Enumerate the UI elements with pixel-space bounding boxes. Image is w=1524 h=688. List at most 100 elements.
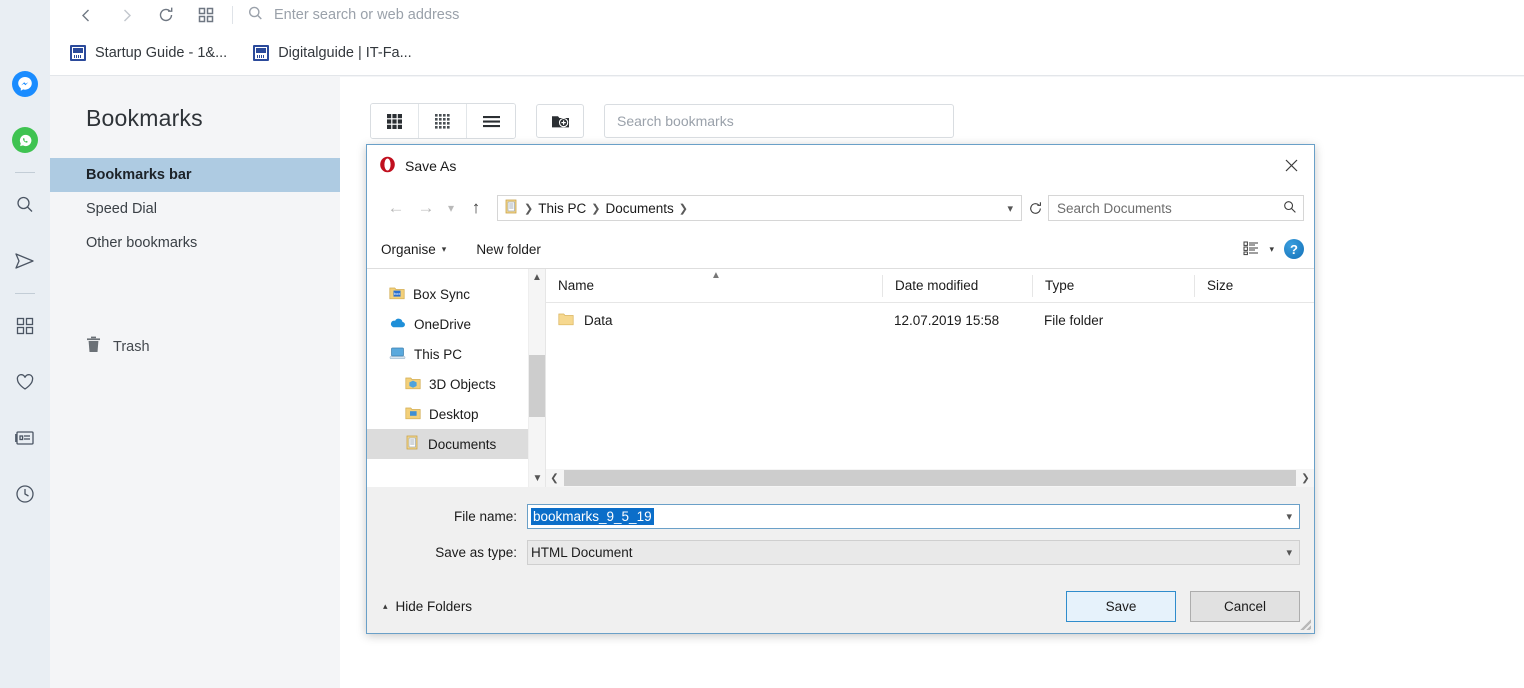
chevron-down-icon[interactable]: ▾ [1007, 202, 1015, 215]
save-as-type-select[interactable]: HTML Document ▾ [527, 539, 1300, 565]
address-bar[interactable]: Enter search or web address [239, 0, 1524, 30]
sidebar-item-label: Other bookmarks [86, 235, 198, 251]
opera-logo-icon [379, 156, 396, 176]
history-clock-icon[interactable] [0, 466, 50, 522]
hide-folders-label: Hide Folders [395, 599, 473, 614]
save-button[interactable]: Save [1066, 591, 1176, 622]
chevron-down-icon[interactable]: ▾ [1269, 244, 1274, 255]
resize-grip[interactable] [1299, 618, 1311, 630]
save-as-type-value: HTML Document [531, 544, 633, 560]
3d-objects-folder-icon [405, 376, 421, 393]
file-name-input[interactable]: bookmarks_9_5_19 ▾ [527, 503, 1300, 529]
file-list-header: Name Date modified Type Size ▲ [546, 269, 1314, 303]
dialog-title: Save As [405, 157, 457, 174]
tree-item-onedrive[interactable]: OneDrive [367, 309, 545, 339]
organise-button[interactable]: Organise ▾ [381, 242, 446, 257]
heart-icon[interactable] [0, 354, 50, 410]
scroll-down-icon[interactable]: ▼ [529, 470, 545, 487]
chevron-down-icon[interactable]: ▾ [1286, 510, 1292, 523]
search-icon[interactable] [0, 177, 50, 233]
folder-icon [558, 312, 574, 329]
scroll-up-icon[interactable]: ▲ [529, 269, 545, 286]
opera-sidebar-rail [0, 0, 50, 688]
tree-item-desktop[interactable]: Desktop [367, 399, 545, 429]
breadcrumb-separator: ❯ [524, 202, 534, 215]
help-icon[interactable]: ? [1284, 239, 1304, 259]
rail-divider [15, 293, 35, 294]
breadcrumb-separator: ❯ [678, 202, 688, 215]
cancel-button-label: Cancel [1223, 599, 1267, 614]
list-icon[interactable] [467, 104, 515, 138]
grid-small-icon[interactable] [419, 104, 467, 138]
send-icon[interactable] [0, 233, 50, 289]
save-as-dialog: Save As ← → ▾ ↑ ❯ This PC ❯ Documents ❯ … [366, 144, 1315, 634]
address-input-placeholder: Enter search or web address [274, 7, 460, 23]
refresh-icon[interactable] [1022, 195, 1048, 221]
table-row[interactable]: Data 12.07.2019 15:58 File folder [546, 303, 1314, 337]
new-folder-button[interactable]: New folder [476, 242, 541, 257]
tree-item-this-pc[interactable]: This PC [367, 339, 545, 369]
tree-scrollbar[interactable]: ▲ ▼ [528, 269, 545, 487]
arrow-right-icon[interactable]: → [411, 193, 441, 223]
cancel-button[interactable]: Cancel [1190, 591, 1300, 622]
bookmarks-toolbar: Search bookmarks [340, 77, 1524, 139]
tree-item-3d-objects[interactable]: 3D Objects [367, 369, 545, 399]
messenger-icon[interactable] [0, 56, 50, 112]
news-icon[interactable] [0, 410, 50, 466]
desktop-folder-icon [405, 406, 421, 423]
scrollbar-thumb[interactable] [564, 470, 1296, 486]
save-as-type-label: Save as type: [435, 544, 517, 560]
tree-item-documents[interactable]: Documents [367, 429, 545, 459]
file-name-label: Data [584, 312, 613, 328]
dialog-browser-body: box Box Sync OneDrive This PC 3D Objects… [367, 269, 1314, 487]
breadcrumb-documents[interactable]: Documents [605, 201, 673, 216]
whatsapp-icon[interactable] [0, 112, 50, 168]
file-list-pane: Name Date modified Type Size ▲ Data 12.0… [545, 269, 1314, 487]
bookmark-label: Digitalguide | IT-Fa... [278, 44, 412, 61]
chevron-up-icon: ▴ [383, 601, 388, 611]
chevron-down-icon[interactable]: ▾ [1286, 546, 1292, 559]
reload-button[interactable] [146, 0, 186, 30]
column-header-size[interactable]: Size [1194, 274, 1314, 297]
column-header-date-modified[interactable]: Date modified [882, 274, 1032, 297]
horizontal-scrollbar[interactable]: ❮ ❯ [546, 469, 1314, 487]
new-folder-label: New folder [476, 241, 541, 257]
speed-dial-button[interactable] [186, 0, 226, 30]
box-sync-folder-icon: box [389, 286, 405, 303]
search-input[interactable]: Search bookmarks [604, 104, 954, 138]
tree-item-box-sync[interactable]: box Box Sync [367, 279, 545, 309]
sort-ascending-icon: ▲ [711, 270, 721, 281]
tree-item-label: OneDrive [414, 316, 472, 332]
view-options-icon[interactable] [1243, 240, 1259, 259]
grid-large-icon[interactable] [371, 104, 419, 138]
search-documents-input[interactable]: Search Documents [1048, 195, 1304, 221]
sidebar-item-bookmarks-bar[interactable]: Bookmarks bar [50, 158, 340, 192]
search-placeholder: Search bookmarks [617, 113, 734, 129]
chevron-down-icon[interactable]: ▾ [441, 193, 461, 223]
back-button[interactable] [66, 0, 106, 30]
arrow-left-icon[interactable]: ← [381, 193, 411, 223]
bookmarks-bar: Startup Guide - 1&... Digitalguide | IT-… [50, 30, 1524, 76]
onedrive-cloud-icon [389, 316, 406, 332]
breadcrumb-this-pc[interactable]: This PC [538, 201, 586, 216]
tree-item-label: Documents [428, 436, 497, 452]
sidebar-item-speed-dial[interactable]: Speed Dial [50, 192, 340, 226]
speed-dial-icon[interactable] [0, 298, 50, 354]
arrow-up-icon[interactable]: ↑ [461, 193, 491, 223]
scroll-left-icon[interactable]: ❮ [546, 473, 563, 484]
column-header-type[interactable]: Type [1032, 274, 1194, 297]
bookmark-item[interactable]: Startup Guide - 1&... [70, 44, 227, 61]
save-as-type-row: Save as type: HTML Document ▾ [381, 537, 1300, 567]
dialog-navigation-bar: ← → ▾ ↑ ❯ This PC ❯ Documents ❯ ▾ Search… [367, 186, 1314, 230]
sidebar-item-trash[interactable]: Trash [50, 336, 340, 357]
breadcrumb[interactable]: ❯ This PC ❯ Documents ❯ ▾ [497, 195, 1022, 221]
new-folder-icon[interactable] [536, 104, 584, 138]
sidebar-item-other-bookmarks[interactable]: Other bookmarks [50, 226, 340, 260]
forward-button[interactable] [106, 0, 146, 30]
close-icon[interactable] [1268, 145, 1314, 186]
bookmark-item[interactable]: Digitalguide | IT-Fa... [253, 44, 412, 61]
trash-label: Trash [113, 338, 150, 355]
hide-folders-button[interactable]: ▴ Hide Folders [383, 599, 472, 614]
scroll-right-icon[interactable]: ❯ [1297, 473, 1314, 484]
scrollbar-thumb[interactable] [529, 355, 545, 417]
